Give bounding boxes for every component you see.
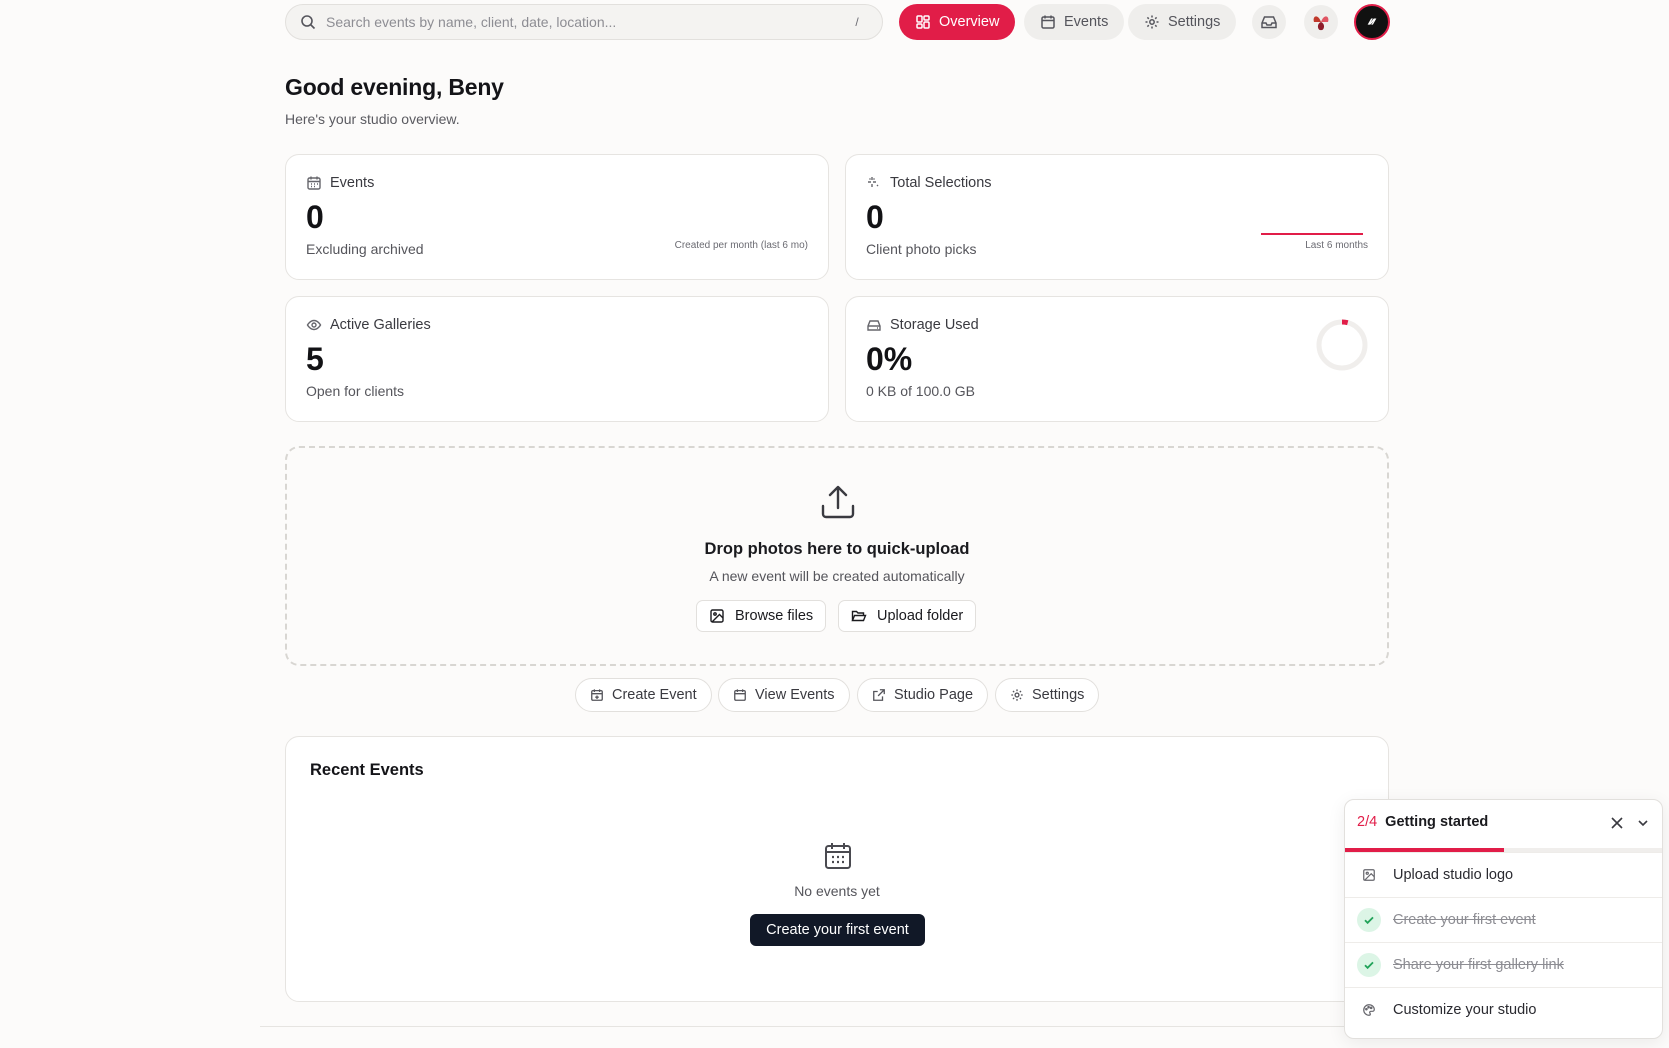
- events-stat-label-text: Events: [330, 175, 375, 191]
- inbox-icon: [1260, 13, 1278, 31]
- empty-state-text: No events yet: [794, 883, 880, 899]
- studio-logo-button[interactable]: [1304, 5, 1338, 39]
- galleries-stat-card: Active Galleries 5 Open for clients: [285, 296, 829, 422]
- sparkle-icon: [866, 175, 882, 191]
- getting-started-panel: 2/4 Getting started Upload studio logo C…: [1344, 799, 1663, 1039]
- grid-icon: [915, 14, 931, 30]
- events-stat-label: Events: [306, 175, 374, 191]
- dropzone-title: Drop photos here to quick-upload: [704, 540, 970, 558]
- chevron-down-icon[interactable]: [1636, 816, 1650, 830]
- search-bar[interactable]: Search events by name, client, date, loc…: [285, 4, 883, 40]
- calendar-icon: [823, 841, 853, 871]
- calendar-icon: [306, 175, 322, 191]
- studio-page-button[interactable]: Studio Page: [857, 678, 989, 712]
- external-link-icon: [872, 688, 886, 702]
- view-events-button[interactable]: View Events: [718, 678, 850, 712]
- create-first-event-button[interactable]: Create your first event: [750, 914, 925, 946]
- avatar[interactable]: [1354, 4, 1390, 40]
- check-icon: [1357, 953, 1381, 977]
- eye-icon: [306, 317, 322, 333]
- storage-stat-label-text: Storage Used: [890, 317, 979, 333]
- galleries-stat-label-text: Active Galleries: [330, 317, 431, 333]
- events-chart-note: Created per month (last 6 mo): [674, 240, 808, 251]
- footer-divider: [260, 1026, 1410, 1027]
- create-event-button[interactable]: Create Event: [575, 678, 712, 712]
- storage-stat-card: Storage Used 0% 0 KB of 100.0 GB: [845, 296, 1389, 422]
- tab-overview-label: Overview: [939, 14, 1000, 30]
- browse-files-label: Browse files: [735, 608, 814, 624]
- storage-ring-fill: [1341, 319, 1349, 326]
- checklist-item-label: Customize your studio: [1393, 1002, 1537, 1018]
- upload-icon: [818, 482, 858, 522]
- palette-icon: [1357, 998, 1381, 1022]
- checklist-item-upload-logo[interactable]: Upload studio logo: [1345, 852, 1662, 897]
- checklist-item-create-event[interactable]: Create your first event: [1345, 897, 1662, 942]
- selections-stat-label: Total Selections: [866, 175, 992, 191]
- hard-drive-icon: [866, 317, 882, 333]
- checklist-item-label: Upload studio logo: [1393, 867, 1514, 883]
- upload-folder-label: Upload folder: [877, 608, 964, 624]
- check-icon: [1357, 908, 1381, 932]
- tab-events-label: Events: [1064, 14, 1109, 30]
- page-title: Good evening, Beny: [285, 74, 504, 100]
- create-event-label: Create Event: [612, 687, 697, 703]
- tab-settings-label: Settings: [1168, 14, 1221, 30]
- folder-open-icon: [851, 608, 867, 624]
- selections-chart-note: Last 6 months: [1305, 240, 1368, 251]
- settings-quick-button[interactable]: Settings: [995, 678, 1100, 712]
- studio-page-label: Studio Page: [894, 687, 974, 703]
- selections-sparkline: [1261, 233, 1363, 235]
- calendar-icon: [1040, 14, 1056, 30]
- gear-icon: [1010, 688, 1024, 702]
- dropzone-subtitle: A new event will be created automaticall…: [709, 568, 965, 584]
- page-subtitle: Here's your studio overview.: [285, 111, 460, 127]
- events-stat-desc: Excluding archived: [306, 241, 424, 257]
- selections-stat-value: 0: [866, 199, 884, 235]
- search-icon: [300, 14, 316, 30]
- checklist-item-customize-studio[interactable]: Customize your studio: [1345, 987, 1662, 1032]
- image-icon: [709, 608, 725, 624]
- calendar-plus-icon: [590, 688, 604, 702]
- getting-started-title: Getting started: [1385, 814, 1489, 830]
- getting-started-header: 2/4 Getting started: [1357, 814, 1488, 830]
- tab-overview[interactable]: Overview: [899, 4, 1016, 40]
- tab-settings[interactable]: Settings: [1128, 4, 1237, 40]
- recent-events-title: Recent Events: [310, 761, 424, 779]
- events-stat-card: Events 0 Excluding archived Created per …: [285, 154, 829, 280]
- user-logo-icon: [1365, 15, 1379, 29]
- recent-events-panel: Recent Events No events yet Create your …: [285, 736, 1389, 1002]
- getting-started-progress: 2/4: [1357, 814, 1378, 830]
- calendar-icon: [733, 688, 747, 702]
- galleries-stat-value: 5: [306, 341, 324, 377]
- top-bar: Search events by name, client, date, loc…: [285, 4, 1392, 42]
- selections-stat-card: Total Selections 0 Client photo picks La…: [845, 154, 1389, 280]
- quick-upload-dropzone[interactable]: Drop photos here to quick-upload A new e…: [285, 446, 1389, 666]
- image-icon: [1357, 863, 1381, 887]
- studio-logo-icon: [1309, 10, 1333, 34]
- galleries-stat-desc: Open for clients: [306, 383, 405, 399]
- gear-icon: [1144, 14, 1160, 30]
- events-stat-value: 0: [306, 199, 324, 235]
- search-input[interactable]: Search events by name, client, date, loc…: [326, 14, 846, 30]
- selections-stat-label-text: Total Selections: [890, 175, 992, 191]
- storage-stat-label: Storage Used: [866, 317, 979, 333]
- upload-folder-button[interactable]: Upload folder: [838, 600, 977, 632]
- checklist-item-share-gallery[interactable]: Share your first gallery link: [1345, 942, 1662, 987]
- search-shortcut: /: [855, 15, 859, 29]
- settings-quick-label: Settings: [1032, 687, 1085, 703]
- browse-files-button[interactable]: Browse files: [696, 600, 827, 632]
- storage-stat-value: 0%: [866, 341, 913, 377]
- checklist-item-label: Share your first gallery link: [1393, 957, 1564, 973]
- storage-ring: [1316, 319, 1368, 371]
- inbox-button[interactable]: [1252, 5, 1286, 39]
- storage-stat-desc: 0 KB of 100.0 GB: [866, 383, 975, 399]
- galleries-stat-label: Active Galleries: [306, 317, 431, 333]
- tab-events[interactable]: Events: [1024, 4, 1125, 40]
- close-icon[interactable]: [1610, 816, 1624, 830]
- selections-stat-desc: Client photo picks: [866, 241, 977, 257]
- checklist-item-label: Create your first event: [1393, 912, 1536, 928]
- view-events-label: View Events: [755, 687, 835, 703]
